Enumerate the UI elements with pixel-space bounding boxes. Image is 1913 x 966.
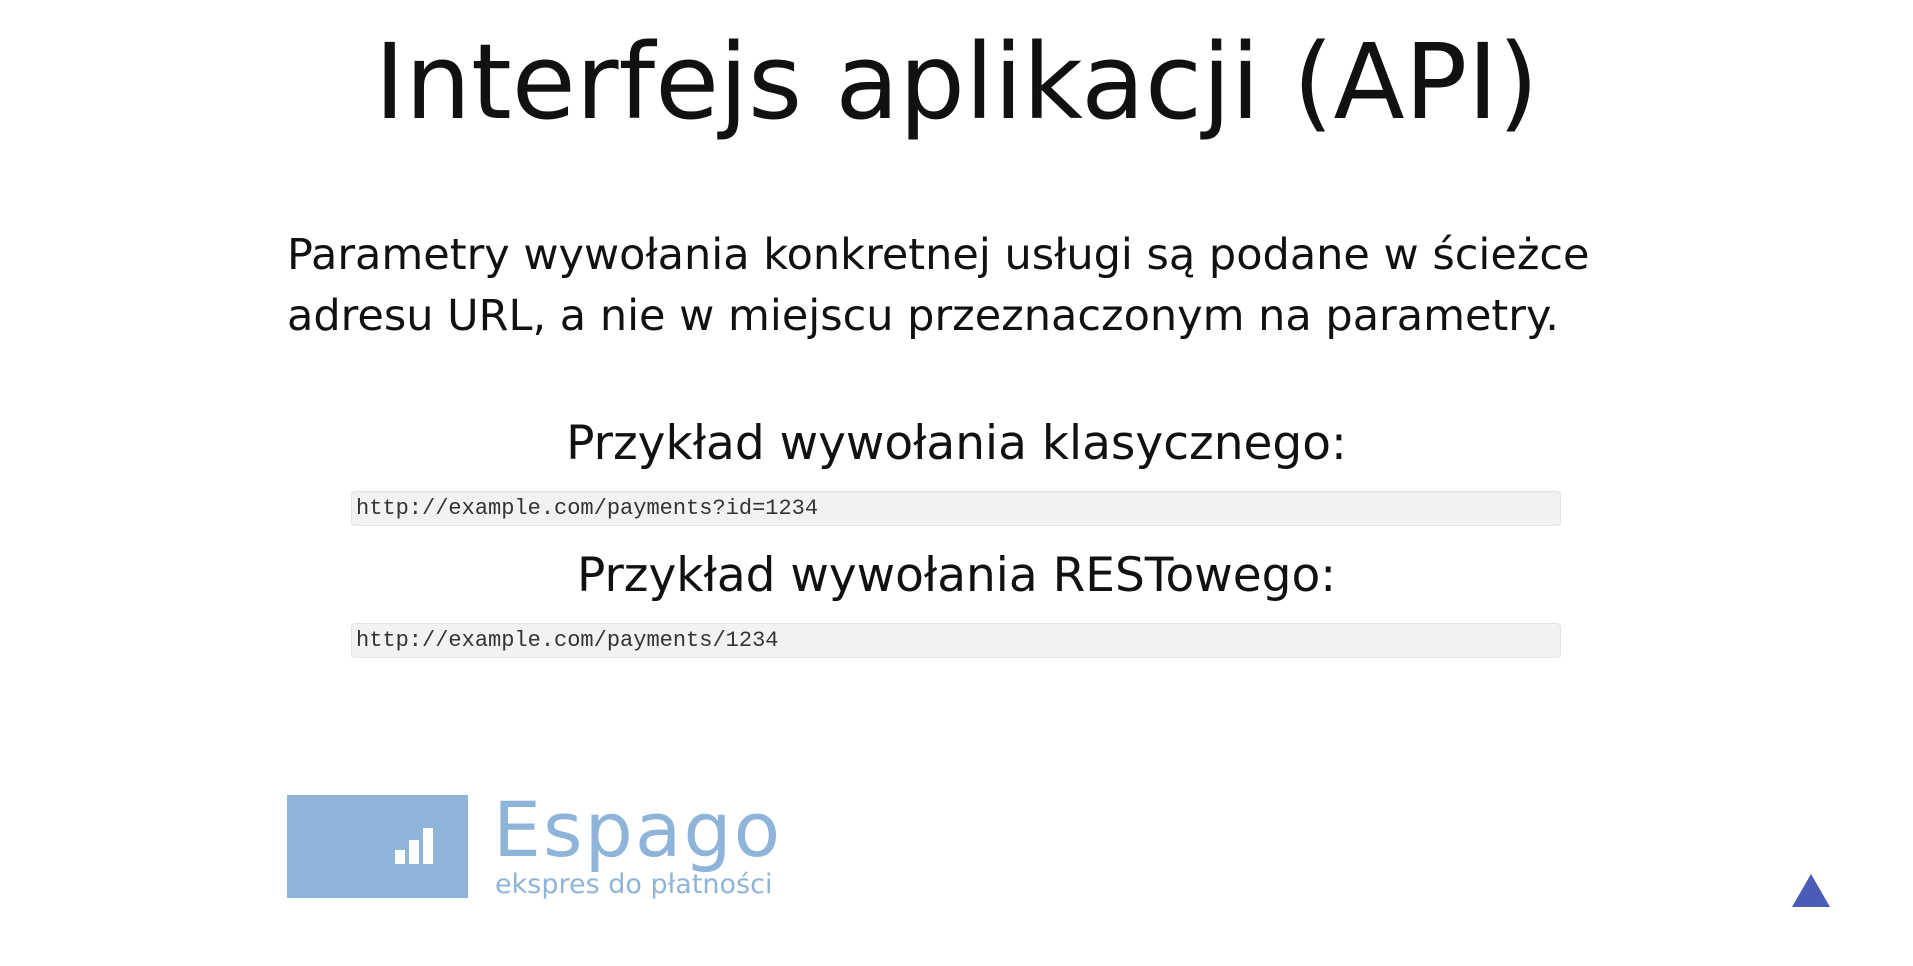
slide-description: Parametry wywołania konkretnej usługi są… [287, 230, 1590, 341]
triangle-up-icon[interactable] [1792, 874, 1830, 907]
rest-example-code: http://example.com/payments/1234 [351, 623, 1561, 658]
slide-title: Interfejs aplikacji (API) [374, 21, 1539, 143]
espago-logo: Espago ekspres do płatności [287, 785, 787, 905]
classic-example-heading: Przykład wywołania klasycznego: [566, 416, 1347, 471]
logo-bar [395, 850, 405, 864]
logo-tagline: ekspres do płatności [495, 869, 773, 900]
logo-bar [409, 840, 419, 864]
bar-chart-icon [287, 795, 468, 898]
logo-bar [423, 828, 433, 864]
slide: Interfejs aplikacji (API) Parametry wywo… [0, 0, 1913, 966]
logo-name: Espago [493, 785, 783, 874]
classic-example-code: http://example.com/payments?id=1234 [351, 491, 1561, 526]
rest-example-heading: Przykład wywołania RESTowego: [576, 548, 1337, 603]
